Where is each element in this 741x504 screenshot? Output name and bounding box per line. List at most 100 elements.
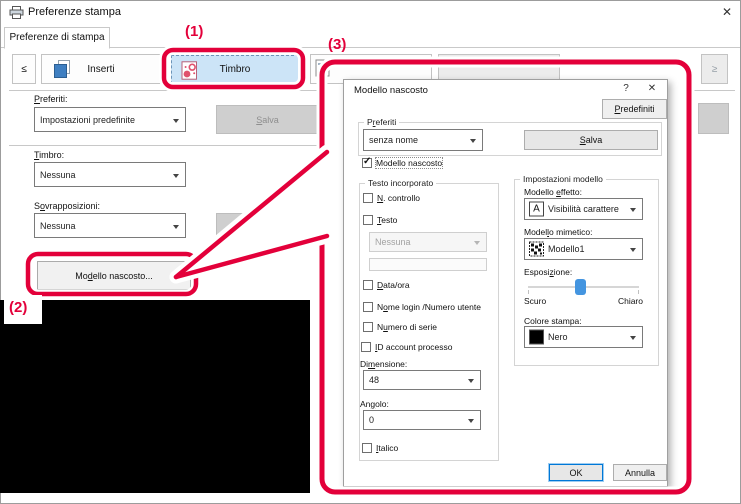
tab-preferenze-di-stampa[interactable]: Preferenze di stampa — [4, 27, 110, 49]
camouflage-pattern-icon — [529, 242, 544, 257]
screenshot-stage: Preferenze stampa ✕ Preferenze di stampa… — [0, 0, 741, 504]
italico-checkbox[interactable]: Italico — [362, 443, 398, 453]
inserti-label: Inserti — [87, 64, 114, 75]
window-title: Preferenze stampa — [28, 6, 121, 18]
timbro-value: Nessuna — [40, 170, 76, 180]
chevron-down-icon — [474, 241, 480, 245]
chevron-down-icon — [630, 336, 636, 340]
row-separator — [9, 145, 319, 146]
testo-checkbox[interactable]: Testo — [363, 215, 397, 225]
slider-tick — [638, 290, 639, 294]
sovrapposizioni-dropdown[interactable]: Nessuna — [34, 213, 186, 238]
timbro-dropdown[interactable]: Nessuna — [34, 162, 186, 187]
nome-login-label: Nome login /Numero utente — [377, 302, 481, 312]
dimensione-value: 48 — [369, 375, 379, 385]
chevron-down-icon — [173, 225, 179, 229]
preferiti-label: Preferiti: — [34, 94, 68, 104]
modello-effetto-label: Modello effetto: — [524, 187, 582, 197]
annotation-step-3: (3) — [328, 36, 346, 53]
slider-tick — [528, 290, 529, 294]
inserti-pages-icon — [51, 59, 73, 83]
preferiti-group-title: Preferiti — [364, 117, 399, 127]
esposizione-label: Esposizione: — [524, 267, 572, 277]
redacted-preview-area — [0, 300, 310, 493]
dialog-salva-button[interactable]: Salva — [524, 130, 658, 150]
inserti-button[interactable]: Inserti — [41, 54, 161, 84]
timbro-label: Timbro — [220, 64, 251, 75]
n-controllo-label: N. controllo — [377, 193, 420, 203]
sovrapposizioni-value: Nessuna — [40, 221, 76, 231]
ok-button[interactable]: OK — [549, 464, 603, 481]
tab-strip-line — [1, 47, 740, 48]
checkbox-icon — [363, 322, 373, 332]
timbro-button[interactable]: Timbro — [171, 55, 299, 84]
colore-stampa-value: Nero — [548, 332, 568, 342]
chevron-down-icon — [468, 379, 474, 383]
testo-label: Testo — [377, 215, 397, 225]
id-account-checkbox[interactable]: ID account processo — [361, 342, 453, 352]
chevron-down-icon — [630, 208, 636, 212]
salva-button-disabled[interactable]: Salva — [216, 105, 319, 134]
modello-nascosto-checkbox[interactable]: Modello nascosto — [362, 158, 442, 168]
data-ora-checkbox[interactable]: Data/ora — [363, 280, 410, 290]
checkbox-checked-icon — [362, 158, 372, 168]
checkbox-icon — [363, 280, 373, 290]
character-visibility-icon: A — [529, 202, 544, 217]
dialog-title: Modello nascosto — [354, 85, 428, 96]
chevron-down-icon — [173, 119, 179, 123]
annotation-step-1: (1) — [185, 23, 203, 40]
printer-icon — [9, 6, 24, 24]
dialog-preferiti-dropdown[interactable]: senza nome — [363, 129, 483, 151]
dialog-close-icon[interactable]: ✕ — [644, 83, 660, 98]
window-titlebar: Preferenze stampa ✕ — [1, 1, 740, 24]
impostazioni-modello-group-title: Impostazioni modello — [520, 174, 606, 184]
toolbar-separator-right — [694, 90, 735, 91]
scroll-left-button[interactable]: ≤ — [12, 54, 36, 84]
preferiti-dropdown[interactable]: Impostazioni predefinite — [34, 107, 186, 132]
nome-login-checkbox[interactable]: Nome login /Numero utente — [363, 302, 481, 312]
angolo-label: Angolo: — [360, 399, 389, 409]
modello-mimetico-dropdown[interactable]: Modello1 — [524, 238, 643, 260]
dimensione-label: Dimensione: — [360, 359, 407, 369]
chevron-down-icon — [470, 139, 476, 143]
preferiti-value: Impostazioni predefinite — [40, 115, 135, 125]
modello-nascosto-checkbox-label: Modello nascosto — [376, 158, 442, 168]
id-account-label: ID account processo — [375, 342, 453, 352]
dialog-preferiti-value: senza nome — [369, 135, 418, 145]
chiaro-label: Chiaro — [606, 296, 643, 306]
chevron-down-icon — [630, 248, 636, 252]
dimensione-dropdown[interactable]: 48 — [363, 370, 481, 390]
checkbox-icon — [361, 342, 371, 352]
sovrapposizioni-label: Sovrapposizioni: — [34, 201, 100, 211]
numero-di-serie-checkbox[interactable]: Numero di serie — [363, 322, 437, 332]
timbro-field-label: Timbro: — [34, 150, 64, 160]
angolo-dropdown[interactable]: 0 — [363, 410, 481, 430]
checkbox-icon — [362, 443, 372, 453]
scroll-right-button[interactable]: ≥ — [701, 54, 728, 84]
numero-di-serie-label: Numero di serie — [377, 322, 437, 332]
annulla-button[interactable]: Annulla — [613, 464, 667, 481]
n-controllo-checkbox[interactable]: N. controllo — [363, 193, 420, 203]
chevron-down-icon — [468, 419, 474, 423]
predefiniti-button[interactable]: Predefiniti — [602, 99, 667, 119]
colore-stampa-label: Colore stampa: — [524, 316, 582, 326]
modello-nascosto-button[interactable]: Modello nascosto... — [37, 261, 191, 290]
testo-dropdown-value: Nessuna — [375, 237, 411, 247]
timbro-stamp-icon — [181, 61, 198, 83]
salva-button-fragment[interactable] — [216, 213, 314, 240]
modello-nascosto-dialog: Modello nascosto ? ✕ Predefiniti Preferi… — [343, 79, 668, 487]
document-settings-icon — [315, 59, 331, 81]
button-fragment-right[interactable] — [698, 103, 729, 134]
checkbox-icon — [363, 193, 373, 203]
chevron-down-icon — [173, 174, 179, 178]
dialog-help-icon[interactable]: ? — [618, 83, 634, 98]
toolbar-separator — [9, 90, 319, 91]
scuro-label: Scuro — [524, 296, 546, 306]
black-color-swatch — [529, 330, 544, 345]
colore-stampa-dropdown[interactable]: Nero — [524, 326, 643, 348]
testo-input-disabled — [369, 258, 487, 271]
modello-effetto-dropdown[interactable]: A Visibilità carattere — [524, 198, 643, 220]
window-close-icon[interactable]: ✕ — [717, 4, 737, 21]
esposizione-slider-thumb[interactable] — [575, 279, 586, 295]
italico-label: Italico — [376, 443, 398, 453]
